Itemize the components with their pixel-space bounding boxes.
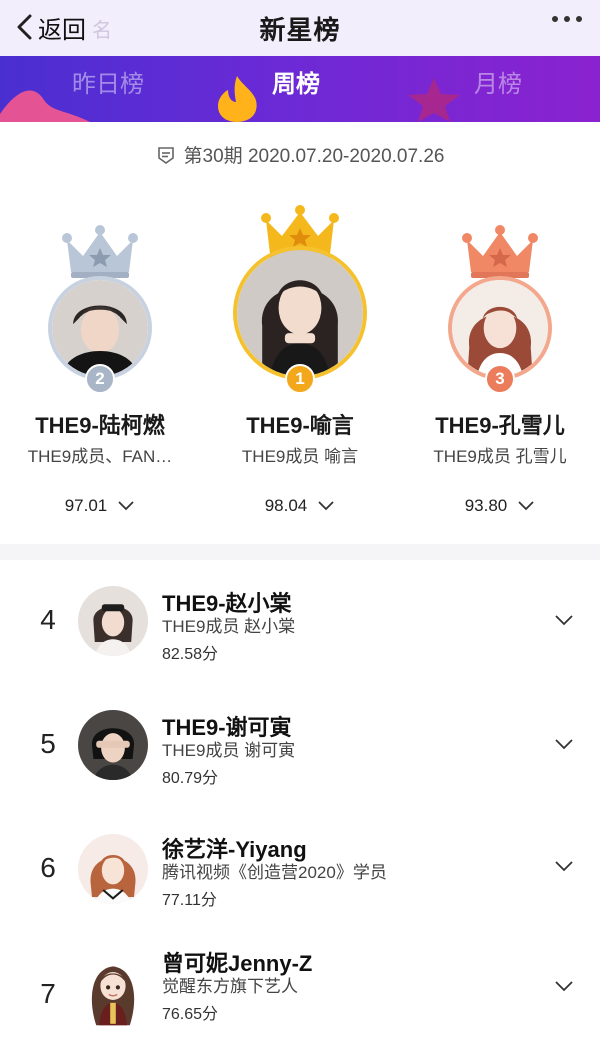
podium-score[interactable]: 98.04 bbox=[200, 496, 400, 516]
list-item[interactable]: 4 THE9-赵小棠 THE9成员 赵小棠 82.58分 bbox=[0, 560, 600, 682]
chevron-down-icon bbox=[555, 739, 573, 750]
chevron-down-icon bbox=[318, 501, 334, 511]
podium-description: THE9成员、FAN… bbox=[27, 447, 173, 466]
podium-score[interactable]: 93.80 bbox=[400, 496, 600, 516]
flame-decoration-icon bbox=[218, 76, 257, 122]
list-score: 82.58分 bbox=[162, 646, 219, 663]
avatar bbox=[78, 710, 148, 780]
podium-description: THE9成员 喻言 bbox=[241, 447, 359, 466]
rank-number: 6 bbox=[40, 852, 56, 883]
avatar bbox=[78, 958, 148, 1028]
list-item[interactable]: 6 徐艺洋-Yiyang 腾讯视频《创造营2020》学员 77.11分 bbox=[0, 804, 600, 926]
list-description: 觉醒东方旗下艺人 bbox=[162, 977, 298, 996]
period-text: 第30期 2020.07.20-2020.07.26 bbox=[183, 146, 445, 167]
chevron-down-icon bbox=[118, 501, 134, 511]
podium-name: THE9-喻言 bbox=[246, 413, 354, 438]
more-options-icon[interactable] bbox=[552, 16, 582, 22]
chevron-down-icon bbox=[555, 861, 573, 872]
rank-number: 4 bbox=[40, 604, 56, 635]
chevron-down-icon bbox=[555, 615, 573, 626]
rank-badge: 1 bbox=[285, 364, 315, 394]
bronze-crown-icon bbox=[462, 225, 538, 278]
list-item[interactable]: 7 曾可妮Jenny-Z 觉醒东方旗下艺人 76.65分 bbox=[0, 926, 600, 1039]
avatar bbox=[78, 586, 148, 656]
rank-badge: 3 bbox=[485, 364, 515, 394]
chevron-down-icon bbox=[555, 981, 573, 992]
list-item[interactable]: 5 THE9-谢可寅 THE9成员 谢可寅 80.79分 bbox=[0, 682, 600, 804]
rank-badge: 2 bbox=[85, 364, 115, 394]
list-score: 77.11分 bbox=[162, 892, 217, 909]
star-decoration-icon bbox=[408, 78, 460, 122]
avatar bbox=[233, 246, 367, 380]
page-title: 新星榜 bbox=[259, 15, 341, 45]
calendar-icon bbox=[157, 146, 174, 164]
ranking-tabs: 昨日榜 周榜 月榜 bbox=[0, 56, 600, 122]
tab-weekly[interactable]: 周榜 bbox=[272, 64, 320, 99]
list-description: 腾讯视频《创造营2020》学员 bbox=[162, 863, 387, 882]
list-description: THE9成员 谢可寅 bbox=[162, 741, 296, 760]
podium-score[interactable]: 97.01 bbox=[0, 496, 200, 516]
top-navigation-bar: 返回 名 新星榜 bbox=[0, 0, 600, 56]
list-description: THE9成员 赵小棠 bbox=[162, 617, 296, 636]
chevron-down-icon bbox=[518, 501, 534, 511]
period-label: 第30期 2020.07.20-2020.07.26 bbox=[0, 141, 600, 168]
score-value: 98.04 bbox=[264, 496, 308, 515]
podium-name: THE9-陆柯燃 bbox=[35, 413, 165, 438]
tab-yesterday[interactable]: 昨日榜 bbox=[72, 64, 144, 99]
score-value: 97.01 bbox=[64, 496, 108, 515]
score-value: 93.80 bbox=[464, 496, 508, 515]
list-score: 76.65分 bbox=[162, 1006, 219, 1023]
rank-number: 7 bbox=[40, 978, 56, 1009]
avatar bbox=[78, 834, 148, 904]
section-divider bbox=[0, 544, 600, 560]
silver-crown-icon bbox=[62, 225, 138, 278]
podium-name: THE9-孔雪儿 bbox=[435, 413, 565, 438]
top-three-podium: 2 THE9-陆柯燃 THE9成员、FAN… 97.01 1 THE9-喻言 T… bbox=[0, 190, 600, 530]
list-score: 80.79分 bbox=[162, 770, 219, 787]
tab-monthly[interactable]: 月榜 bbox=[474, 64, 522, 99]
podium-description: THE9成员 孔雪儿 bbox=[433, 447, 567, 466]
rank-number: 5 bbox=[40, 728, 56, 759]
